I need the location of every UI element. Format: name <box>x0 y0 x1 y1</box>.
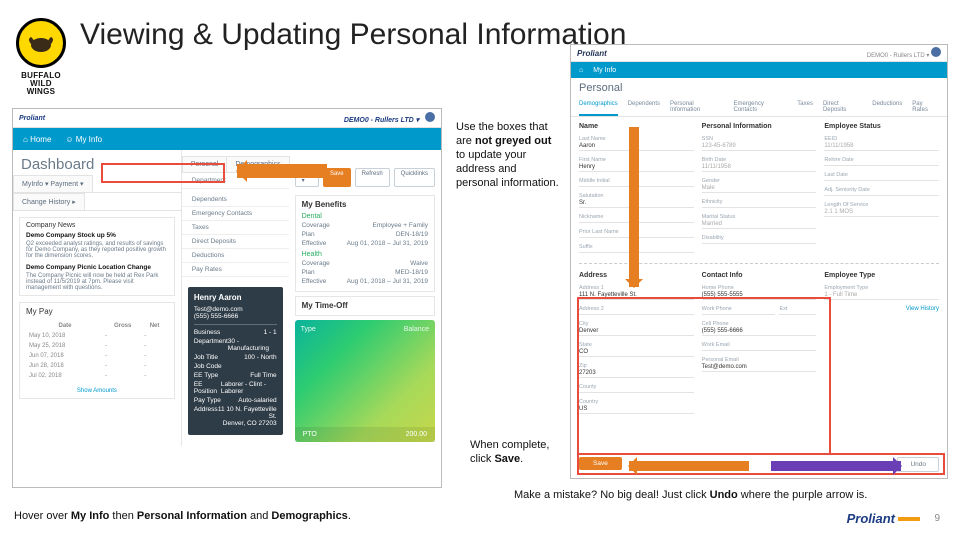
rehire-field <box>824 163 939 166</box>
county-field[interactable] <box>579 390 694 393</box>
screenshot-personal: Proliant DEMO0 - Rullers LTD ▾ ⌂ My Info… <box>570 44 948 479</box>
table-row: May 25, 2018-- <box>28 342 166 350</box>
avatar[interactable] <box>931 47 941 57</box>
tab-personal[interactable]: Personal <box>182 156 228 172</box>
gender-field: Male <box>702 184 817 193</box>
zip-field[interactable]: 27203 <box>579 369 694 378</box>
tab-emergency[interactable]: Emergency Contacts <box>734 98 788 116</box>
table-row: May 10, 2018-- <box>28 332 166 340</box>
marital-field: Married <box>702 220 817 229</box>
page-number: 9 <box>934 513 940 524</box>
tab-demographics[interactable]: Demographics <box>579 98 618 116</box>
sidecol-item-taxes[interactable]: Taxes <box>182 221 289 235</box>
avatar[interactable] <box>425 112 435 122</box>
nav-myinfo[interactable]: ☺ My Info <box>65 135 102 144</box>
birthdate-field: 11/11/1958 <box>702 163 817 172</box>
tab-payrates[interactable]: Pay Rates <box>912 98 939 116</box>
sidecol-item-emergency[interactable]: Emergency Contacts <box>182 207 289 221</box>
callout-undo: Make a mistake? No big deal! Just click … <box>514 488 954 502</box>
screenshot-dashboard: Proliant DEMO0 - Rullers LTD ▾ ⌂ Home ☺ … <box>12 108 442 488</box>
table-row: Jun 07, 2018-- <box>28 352 166 360</box>
cellph-field[interactable]: (555) 555-6666 <box>702 327 817 336</box>
city-field[interactable]: Denver <box>579 327 694 336</box>
tab-dependents[interactable]: Dependents <box>628 98 660 116</box>
nav-home[interactable]: ⌂ Home <box>23 135 51 144</box>
show-amounts-link[interactable]: Show Amounts <box>26 388 168 394</box>
footer-brand: Proliant <box>847 511 920 526</box>
adjsen-field <box>824 193 939 196</box>
sidecol-item-deductions[interactable]: Deductions <box>182 249 289 263</box>
slide-title: Viewing & Updating Personal Information <box>80 18 626 52</box>
page-title: Personal <box>571 78 947 98</box>
sidecol-item-directdeposits[interactable]: Direct Deposits <box>182 235 289 249</box>
addr2-field[interactable] <box>579 312 694 315</box>
orange-arrow-save <box>629 461 749 471</box>
eeid-field: 11/11/1958 <box>824 142 939 151</box>
workph-field[interactable] <box>702 312 776 315</box>
table-row: Jul 02, 2018-- <box>28 372 166 380</box>
homeph-field[interactable]: (555) 555-5555 <box>702 291 817 300</box>
sidecol-item-payrates[interactable]: Pay Rates <box>182 263 289 277</box>
table-row: Jun 28, 2018-- <box>28 362 166 370</box>
workemail-field[interactable] <box>702 348 817 351</box>
brand-logo: Proliant <box>577 49 607 58</box>
tab-personal-information[interactable]: Personal Information <box>670 98 723 116</box>
purple-arrow-undo <box>771 461 901 471</box>
disability-field <box>702 241 817 244</box>
tab-directdeposits[interactable]: Direct Deposits <box>823 98 862 116</box>
callout-greyed: Use the boxes that are not greyed out to… <box>456 120 560 190</box>
ssn-field: 123-45-6789 <box>702 142 817 151</box>
ethnicity-field <box>702 205 817 208</box>
emptype-field: 1 - Full Time <box>824 291 939 300</box>
save-button[interactable]: Save <box>323 168 351 187</box>
country-field[interactable]: US <box>579 405 694 414</box>
lastdate-field <box>824 178 939 181</box>
orange-arrow <box>237 164 327 178</box>
benefits-card: My Benefits Dental CoverageEmployee + Fa… <box>295 195 435 292</box>
save-button[interactable]: Save <box>579 457 622 470</box>
ext-field[interactable] <box>779 312 816 315</box>
tab-taxes[interactable]: Taxes <box>797 98 813 116</box>
tab-myinfo[interactable]: MyInfo ▾ Payment ▾ <box>13 175 93 192</box>
persemail-field[interactable]: Test@demo.com <box>702 363 817 372</box>
tab-deductions[interactable]: Deductions <box>872 98 902 116</box>
nav-myinfo[interactable]: My Info <box>593 67 616 74</box>
employee-info-card: Henry Aaron Test@demo.com (555) 555-6666… <box>188 287 283 435</box>
company-news-card: Company News Demo Company Stock up 5% Q2… <box>19 217 175 296</box>
footer-instruction: Hover over My Info then Personal Informa… <box>14 510 351 522</box>
orange-arrow-down <box>629 127 639 287</box>
state-field[interactable]: CO <box>579 348 694 357</box>
mypay-card: My Pay DateGrossNet May 10, 2018-- May 2… <box>19 302 175 399</box>
sidecol-item-dependents[interactable]: Dependents <box>182 193 289 207</box>
timeoff-card: TypeBalance PTO200.00 <box>295 320 435 442</box>
nav-home[interactable]: ⌂ <box>579 67 583 74</box>
refresh-button[interactable]: Refresh <box>355 168 390 187</box>
org-dropdown[interactable]: DEMO0 - Rullers LTD ▾ <box>344 117 419 124</box>
timeoff-label: My Time-Off <box>295 296 435 316</box>
brand-logo: Proliant <box>19 115 45 122</box>
los-field: 2.1 1 MOS <box>824 208 939 217</box>
view-history-link[interactable]: View History <box>824 306 939 312</box>
dashboard-title: Dashboard <box>13 150 181 175</box>
tab-changehistory[interactable]: Change History ▸ <box>13 193 85 210</box>
bww-logo: BUFFALO WILD WINGS <box>16 18 66 96</box>
callout-save: When complete, click Save. <box>470 438 570 466</box>
bww-text-3: WINGS <box>16 88 66 96</box>
quicklinks-button[interactable]: Quicklinks <box>394 168 435 187</box>
